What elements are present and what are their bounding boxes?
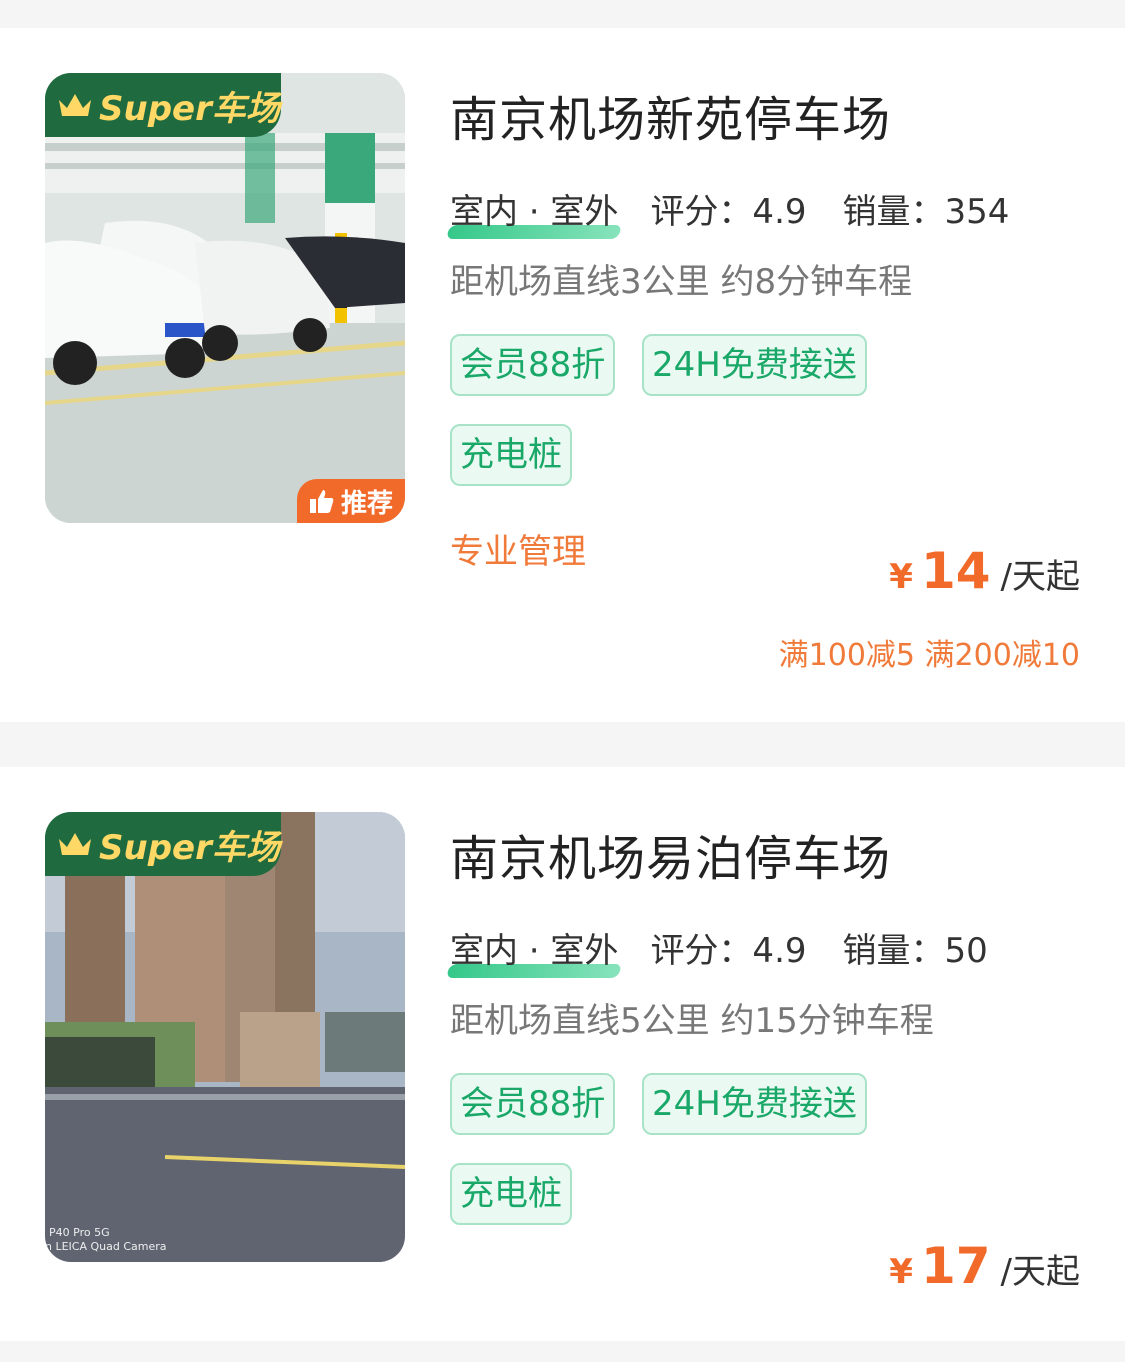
distance-info: 距机场直线5公里 约15分钟车程 — [450, 1001, 934, 1041]
price-value: 17 — [920, 1237, 991, 1295]
lot-photo[interactable]: P40 Pro 5G n LEICA Quad Camera Super车场 — [45, 812, 405, 1262]
crown-icon — [59, 833, 91, 855]
lot-title[interactable]: 南京机场易泊停车场 — [450, 819, 891, 889]
price-unit: /天起 — [1000, 557, 1080, 597]
parking-lot-card[interactable]: Super车场 推荐 南京机场新苑停车场 室内 · 室外 评分：4.9 销量：3… — [0, 28, 1125, 722]
lot-meta: 室内 · 室外 评分：4.9 销量：354 — [445, 184, 1010, 239]
environment-label: 室内 · 室外 — [445, 184, 623, 239]
tag-charging: 充电桩 — [450, 1163, 572, 1225]
street-photo: P40 Pro 5G n LEICA Quad Camera — [45, 812, 405, 1262]
thumbs-up-icon — [309, 490, 334, 513]
recommend-label: 推荐 — [340, 488, 393, 519]
super-lot-badge: Super车场 — [45, 73, 281, 137]
price-unit: /天起 — [1000, 1252, 1080, 1292]
environment-label: 室内 · 室外 — [445, 923, 623, 978]
lot-photo[interactable]: Super车场 推荐 — [45, 73, 405, 523]
rating: 评分：4.9 — [650, 931, 807, 971]
tag-free-shuttle: 24H免费接送 — [642, 334, 867, 396]
price: ¥ 14 /天起 — [889, 542, 1080, 600]
currency-symbol: ¥ — [889, 1252, 913, 1292]
recommend-badge: 推荐 — [297, 479, 405, 523]
currency-symbol: ¥ — [889, 557, 913, 597]
parking-lot-card[interactable]: P40 Pro 5G n LEICA Quad Camera Super车场 南… — [0, 767, 1125, 1341]
crown-icon — [59, 94, 91, 116]
tag-charging: 充电桩 — [450, 424, 572, 486]
price-value: 14 — [920, 542, 991, 600]
super-badge-label: Super车场 — [99, 827, 280, 868]
rating: 评分：4.9 — [650, 192, 807, 232]
promo-text: 满100减5 满200减10 — [778, 638, 1080, 673]
photo-watermark-line2: n LEICA Quad Camera — [45, 1240, 167, 1253]
distance-info: 距机场直线3公里 约8分钟车程 — [450, 262, 913, 302]
price: ¥ 17 /天起 — [889, 1237, 1080, 1295]
photo-watermark-line1: P40 Pro 5G — [49, 1226, 110, 1239]
super-lot-badge: Super车场 — [45, 812, 281, 876]
management-label: 专业管理 — [450, 532, 586, 572]
sales-count: 销量：354 — [842, 192, 1010, 232]
lot-title[interactable]: 南京机场新苑停车场 — [450, 80, 891, 150]
sales-count: 销量：50 — [842, 931, 988, 971]
tag-free-shuttle: 24H免费接送 — [642, 1073, 867, 1135]
garage-photo — [45, 73, 405, 523]
super-badge-label: Super车场 — [99, 88, 280, 129]
tag-member-discount: 会员88折 — [450, 1073, 616, 1135]
parking-lot-list: Super车场 推荐 南京机场新苑停车场 室内 · 室外 评分：4.9 销量：3… — [0, 0, 1125, 1362]
tag-member-discount: 会员88折 — [450, 334, 616, 396]
lot-meta: 室内 · 室外 评分：4.9 销量：50 — [445, 923, 988, 978]
